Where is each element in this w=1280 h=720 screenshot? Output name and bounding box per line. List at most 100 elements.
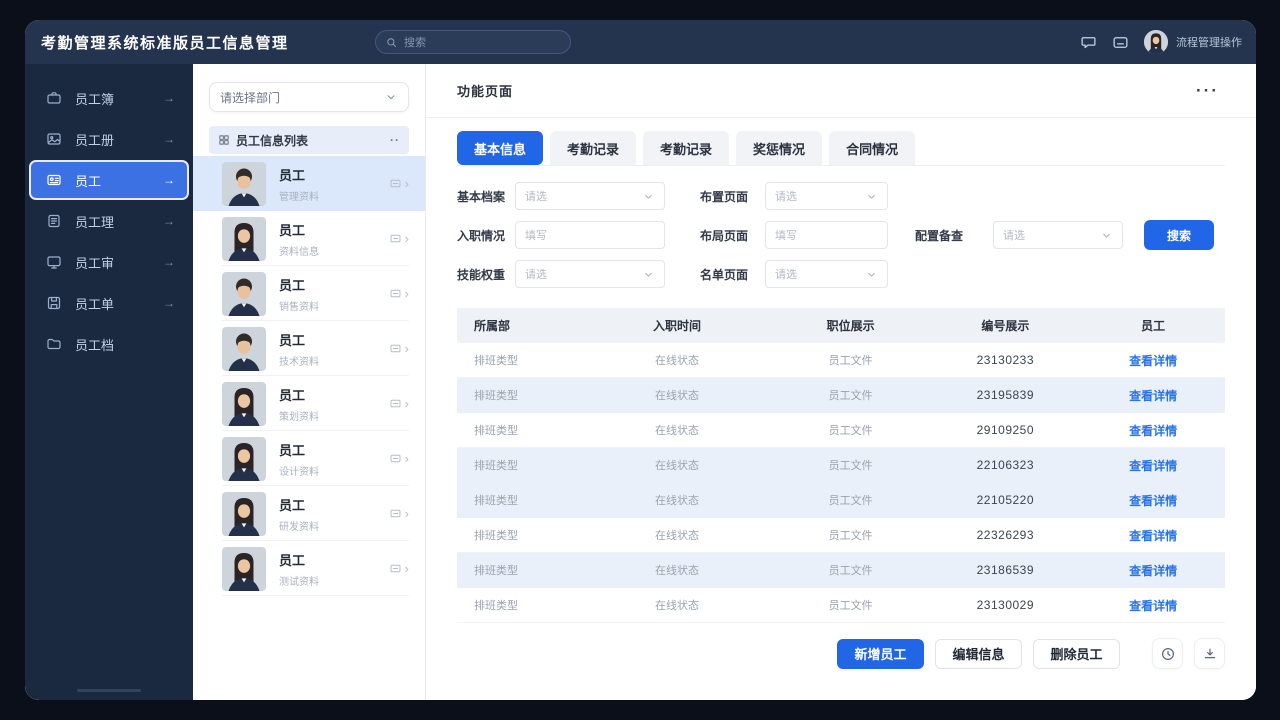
employee-list-item[interactable]: 员工 测试资料 › (193, 541, 425, 596)
idcard-icon (46, 172, 62, 188)
inbox-icon[interactable] (1112, 34, 1129, 51)
cell-detail-link[interactable]: 查看详情 (1081, 562, 1225, 579)
filter-select[interactable]: 请选 (515, 182, 665, 210)
arrow-right-icon: → (163, 296, 175, 310)
cell-join-time: 在线状态 (582, 457, 772, 473)
table-row[interactable]: 排班类型 在线状态 员工文件 22106323 查看详情 (457, 448, 1225, 483)
delete-employee-button[interactable]: 删除员工 (1033, 639, 1120, 669)
list-section-more[interactable]: ·· (390, 133, 400, 147)
cell-join-time: 在线状态 (582, 352, 772, 368)
employee-list-item[interactable]: 员工 资料信息 › (193, 211, 425, 266)
chevron-right-icon: › (405, 562, 409, 575)
employee-detail-link[interactable]: › (389, 232, 409, 245)
filter-input[interactable]: 填写 (515, 221, 665, 249)
chevron-right-icon: › (405, 342, 409, 355)
chat-icon[interactable] (1080, 34, 1097, 51)
arrow-right-icon: → (163, 91, 175, 105)
cell-detail-link[interactable]: 查看详情 (1081, 457, 1225, 474)
table-row[interactable]: 排班类型 在线状态 员工文件 23195839 查看详情 (457, 378, 1225, 413)
employee-list-item[interactable]: 员工 设计资料 › (193, 431, 425, 486)
sidebar-item-label: 员工簿 (75, 89, 150, 108)
tab-2[interactable]: 考勤记录 (550, 131, 636, 165)
table-row[interactable]: 排班类型 在线状态 员工文件 22326293 查看详情 (457, 518, 1225, 553)
employee-list-item[interactable]: 员工 管理资料 › (193, 156, 425, 211)
filter-select[interactable]: 请选 (993, 221, 1123, 249)
cell-position: 员工文件 (772, 387, 929, 403)
list-section-title: 员工信息列表 (236, 132, 308, 149)
cell-position: 员工文件 (772, 457, 929, 473)
chevron-down-icon (642, 190, 655, 203)
search-button[interactable]: 搜索 (1144, 220, 1214, 250)
table-row[interactable]: 排班类型 在线状态 员工文件 23186539 查看详情 (457, 553, 1225, 588)
cell-detail-link[interactable]: 查看详情 (1081, 422, 1225, 439)
cell-position: 员工文件 (772, 492, 929, 508)
user-menu[interactable]: 流程管理操作 (1144, 30, 1242, 54)
chevron-right-icon: › (405, 452, 409, 465)
employee-list-item[interactable]: 员工 销售资料 › (193, 266, 425, 321)
employee-detail-link[interactable]: › (389, 452, 409, 465)
add-employee-button[interactable]: 新增员工 (837, 639, 924, 669)
cell-position: 员工文件 (772, 562, 929, 578)
history-button[interactable] (1152, 638, 1183, 669)
employee-photo (222, 217, 266, 261)
employee-list-panel: 请选择部门 员工信息列表 ·· 员工 管理资料 › 员工 资料信息 (193, 64, 426, 700)
filter-label: 布置页面 (700, 188, 765, 205)
disk-icon (46, 295, 62, 311)
chevron-down-icon (865, 190, 878, 203)
cell-detail-link[interactable]: 查看详情 (1081, 387, 1225, 404)
employee-list-item[interactable]: 员工 研发资料 › (193, 486, 425, 541)
cell-department: 排班类型 (457, 352, 582, 368)
table-row[interactable]: 排班类型 在线状态 员工文件 29109250 查看详情 (457, 413, 1225, 448)
clock-icon (1160, 646, 1176, 662)
table-row[interactable]: 排班类型 在线状态 员工文件 23130233 查看详情 (457, 343, 1225, 378)
tab-4[interactable]: 奖惩情况 (736, 131, 822, 165)
table-row[interactable]: 排班类型 在线状态 员工文件 22105220 查看详情 (457, 483, 1225, 518)
avatar (1144, 30, 1168, 54)
employee-detail-link[interactable]: › (389, 562, 409, 575)
filter-select[interactable]: 请选 (765, 182, 888, 210)
employee-detail-link[interactable]: › (389, 397, 409, 410)
employee-list: 员工 管理资料 › 员工 资料信息 › 员工 销售资料 › 员工 技术 (193, 156, 425, 700)
tab-1[interactable]: 基本信息 (457, 131, 543, 165)
employee-detail-link[interactable]: › (389, 287, 409, 300)
more-menu-button[interactable]: ··· (1196, 86, 1219, 96)
employee-detail-link[interactable]: › (389, 177, 409, 190)
employee-table: 所属部入职时间职位展示编号展示员工 排班类型 在线状态 员工文件 2313023… (457, 308, 1225, 623)
employee-detail-link[interactable]: › (389, 507, 409, 520)
cell-number: 23195839 (929, 388, 1081, 402)
search-input[interactable]: 搜索 (375, 30, 571, 54)
employee-name: 员工 (279, 440, 389, 459)
employee-list-item[interactable]: 员工 技术资料 › (193, 321, 425, 376)
tab-3[interactable]: 考勤记录 (643, 131, 729, 165)
export-button[interactable] (1194, 638, 1225, 669)
edit-info-button[interactable]: 编辑信息 (935, 639, 1022, 669)
employee-list-item[interactable]: 员工 策划资料 › (193, 376, 425, 431)
arrow-right-icon: → (163, 214, 175, 228)
chevron-right-icon: › (405, 287, 409, 300)
sidebar-item-3[interactable]: 员工 → (31, 162, 187, 198)
department-filter-select[interactable]: 请选择部门 (209, 82, 409, 112)
employee-name: 员工 (279, 495, 389, 514)
filter-select[interactable]: 请选 (765, 260, 888, 288)
sidebar-item-6[interactable]: 员工单 → (31, 285, 187, 321)
employee-name: 员工 (279, 165, 389, 184)
sidebar-item-1[interactable]: 员工簿 → (31, 80, 187, 116)
user-name: 流程管理操作 (1176, 34, 1242, 50)
cell-detail-link[interactable]: 查看详情 (1081, 597, 1225, 614)
sidebar-item-5[interactable]: 员工审 → (31, 244, 187, 280)
cell-detail-link[interactable]: 查看详情 (1081, 492, 1225, 509)
cell-detail-link[interactable]: 查看详情 (1081, 527, 1225, 544)
filter-select[interactable]: 请选 (515, 260, 665, 288)
sidebar-item-4[interactable]: 员工理 → (31, 203, 187, 239)
tab-5[interactable]: 合同情况 (829, 131, 915, 165)
filter-input[interactable]: 填写 (765, 221, 888, 249)
table-row[interactable]: 排班类型 在线状态 员工文件 23130029 查看详情 (457, 588, 1225, 623)
sidebar-item-2[interactable]: 员工册 → (31, 121, 187, 157)
badge-icon (389, 397, 402, 410)
employee-detail-link[interactable]: › (389, 342, 409, 355)
employee-name: 员工 (279, 385, 389, 404)
sidebar-item-7[interactable]: 员工档 (31, 326, 187, 362)
cell-detail-link[interactable]: 查看详情 (1081, 352, 1225, 369)
cell-department: 排班类型 (457, 597, 582, 613)
cell-position: 员工文件 (772, 422, 929, 438)
